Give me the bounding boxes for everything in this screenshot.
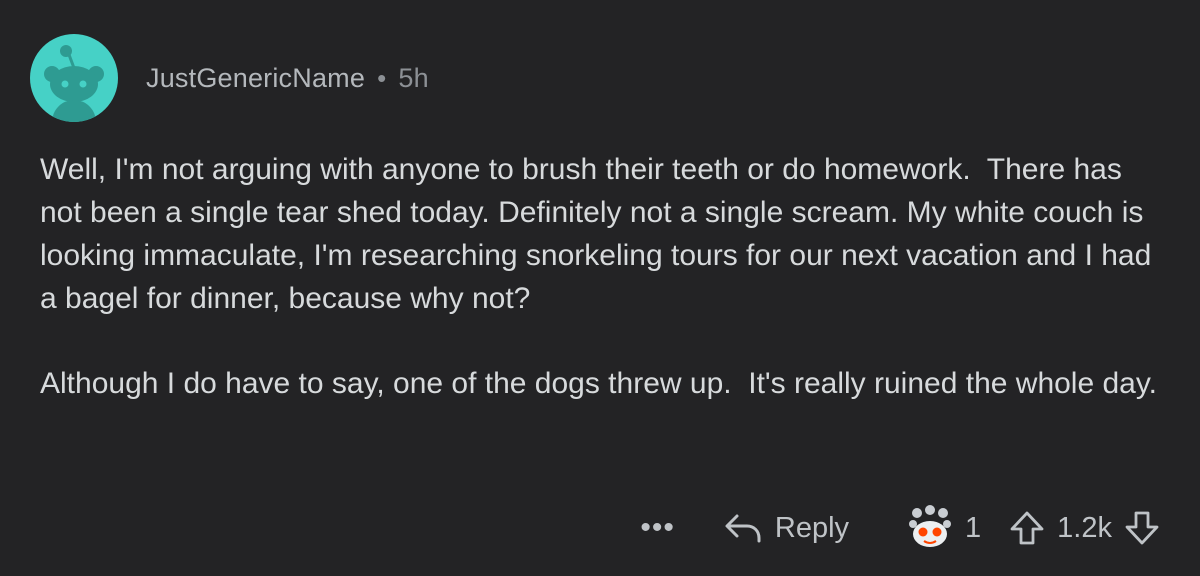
reply-arrow-icon (725, 514, 761, 543)
reply-button[interactable]: Reply (723, 510, 849, 546)
upvote-icon[interactable] (1009, 509, 1045, 547)
award-button[interactable]: 1 (905, 504, 995, 552)
timestamp: 5h (398, 62, 429, 93)
reply-label: Reply (774, 511, 850, 544)
more-options-button[interactable]: ••• (640, 511, 675, 545)
comment-body: Well, I'm not arguing with anyone to bru… (40, 148, 1170, 447)
comment-paragraph: Well, I'm not arguing with anyone to bru… (40, 153, 1160, 315)
comment-actions: ••• Reply 1 1.2k (640, 500, 1160, 556)
vote-controls: 1.2k (1009, 509, 1160, 547)
vote-score: 1.2k (1057, 511, 1112, 544)
downvote-icon[interactable] (1124, 509, 1160, 547)
comment-card: JustGenericName • 5h Well, I'm not argui… (0, 0, 1200, 576)
award-count: 1 (965, 511, 982, 544)
comment-header: JustGenericName • 5h (30, 33, 429, 123)
avatar[interactable] (30, 34, 118, 122)
comment-paragraph: Although I do have to say, one of the do… (40, 367, 1157, 400)
comment-meta: JustGenericName • 5h (146, 63, 429, 94)
meta-separator: • (377, 62, 387, 93)
award-icon (909, 505, 952, 547)
snoo-avatar-icon (44, 45, 104, 122)
username-link[interactable]: JustGenericName (146, 63, 365, 94)
